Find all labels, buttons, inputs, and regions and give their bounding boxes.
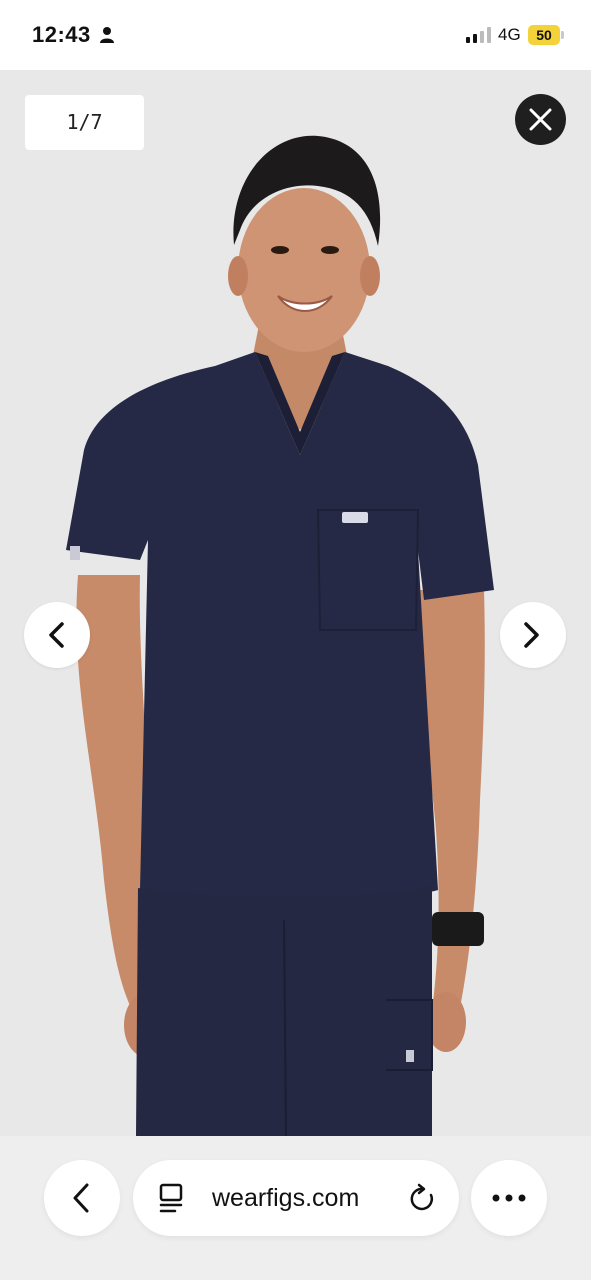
product-image-gallery[interactable]: 1/7 bbox=[0, 70, 591, 1136]
reload-icon[interactable] bbox=[409, 1183, 437, 1213]
url-text[interactable]: wearfigs.com bbox=[212, 1184, 359, 1213]
battery-tip bbox=[561, 31, 564, 39]
person-icon bbox=[100, 27, 114, 43]
page-info-icon[interactable] bbox=[158, 1183, 184, 1213]
close-button[interactable] bbox=[515, 94, 566, 145]
close-icon bbox=[529, 108, 552, 131]
status-time: 12:43 bbox=[32, 22, 91, 47]
signal-bars-icon bbox=[466, 27, 491, 43]
battery-indicator: 50 bbox=[528, 25, 564, 45]
image-counter: 1/7 bbox=[25, 95, 144, 150]
next-image-button[interactable] bbox=[500, 602, 566, 668]
browser-toolbar: wearfigs.com bbox=[0, 1136, 591, 1280]
network-label: 4G bbox=[498, 25, 521, 44]
status-bar: 12:43 4G 50 bbox=[0, 0, 591, 70]
previous-image-button[interactable] bbox=[24, 602, 90, 668]
battery-level: 50 bbox=[528, 25, 560, 45]
more-options-button[interactable] bbox=[471, 1160, 547, 1236]
chevron-left-icon bbox=[73, 1183, 89, 1213]
more-dots-icon bbox=[492, 1194, 526, 1202]
chevron-left-icon bbox=[49, 622, 64, 648]
chevron-right-icon bbox=[524, 622, 539, 648]
address-bar[interactable]: wearfigs.com bbox=[133, 1160, 459, 1236]
back-button[interactable] bbox=[44, 1160, 120, 1236]
product-photo[interactable] bbox=[0, 70, 591, 1136]
